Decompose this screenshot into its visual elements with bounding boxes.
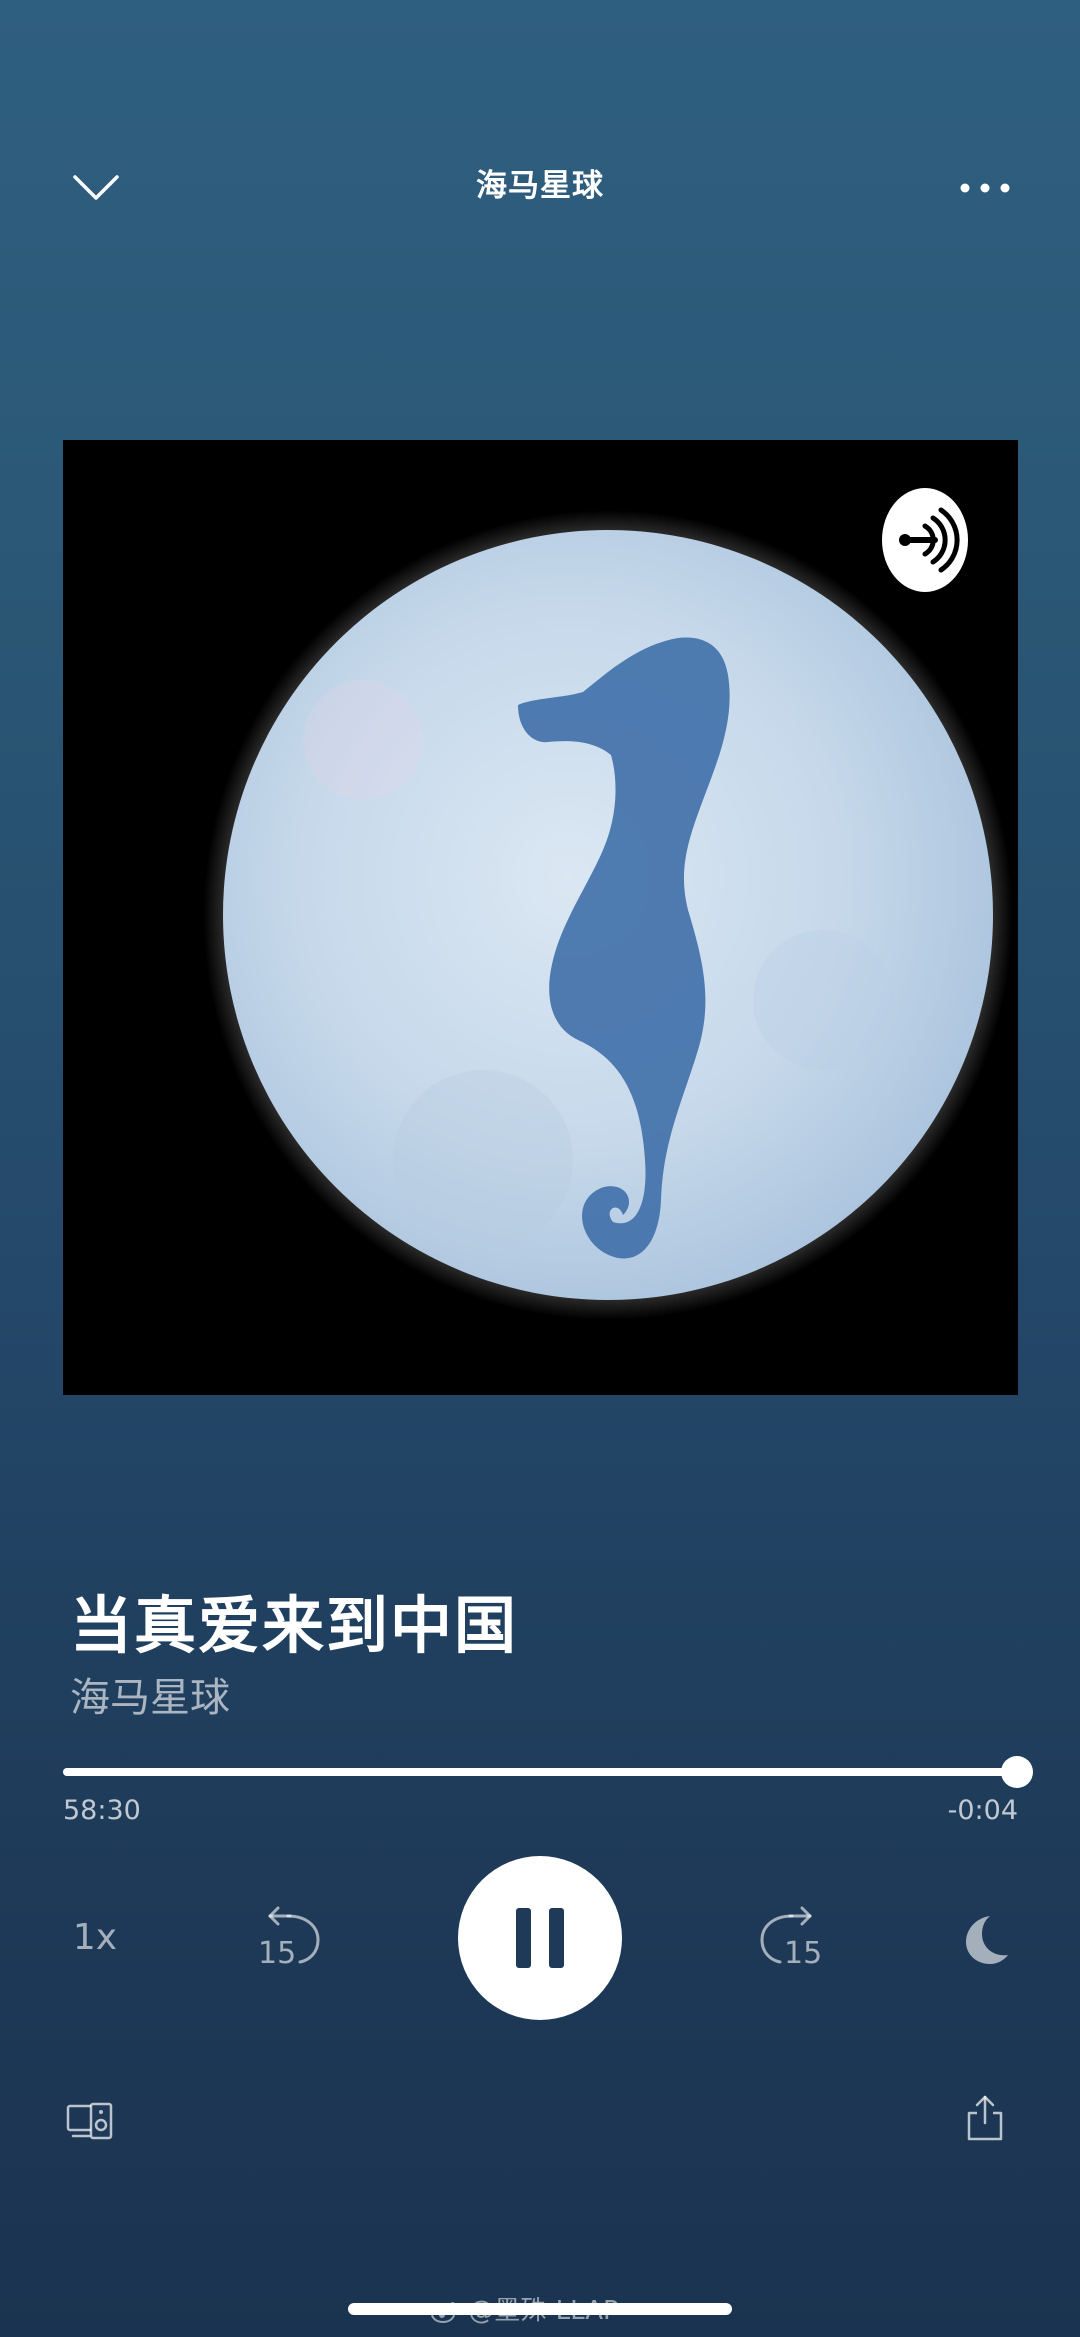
progress-thumb[interactable] [1001,1756,1034,1788]
forward-seconds: 15 [784,1936,823,1971]
playback-speed-button[interactable]: 1x [55,1905,135,1969]
episode-title: 当真爱来到中国 [70,1589,519,1662]
progress-fill [63,1768,1018,1776]
more-options-button[interactable] [950,160,1020,216]
sleep-timer-button[interactable] [950,1904,1020,1974]
progress-bar[interactable] [63,1756,1034,1788]
anchor-podcast-icon [882,488,968,592]
artwork-image [203,488,1013,1320]
rewind-seconds: 15 [258,1936,297,1971]
podcast-artwork [63,440,1018,1395]
devices-icon [66,2102,113,2140]
forward-15-button[interactable]: 15 [748,1900,832,1976]
connect-devices-button[interactable] [60,2096,120,2146]
share-icon [967,2095,1003,2141]
weibo-logo-icon [431,2301,459,2323]
remaining-time: -0:04 [947,1795,1018,1826]
more-dots-icon [960,183,1010,193]
header-title: 海马星球 [476,168,604,204]
elapsed-time: 58:30 [63,1795,141,1826]
play-pause-button[interactable] [458,1856,622,2020]
share-button[interactable] [960,2090,1010,2146]
pause-icon [516,1908,564,1968]
show-name[interactable]: 海马星球 [70,1665,230,1723]
rewind-15-button[interactable]: 15 [248,1900,332,1976]
watermark-text: @墨殊-LLAP [468,2296,619,2326]
moon-icon [966,1916,1008,1964]
watermark: @墨殊-LLAP [430,2290,619,2327]
